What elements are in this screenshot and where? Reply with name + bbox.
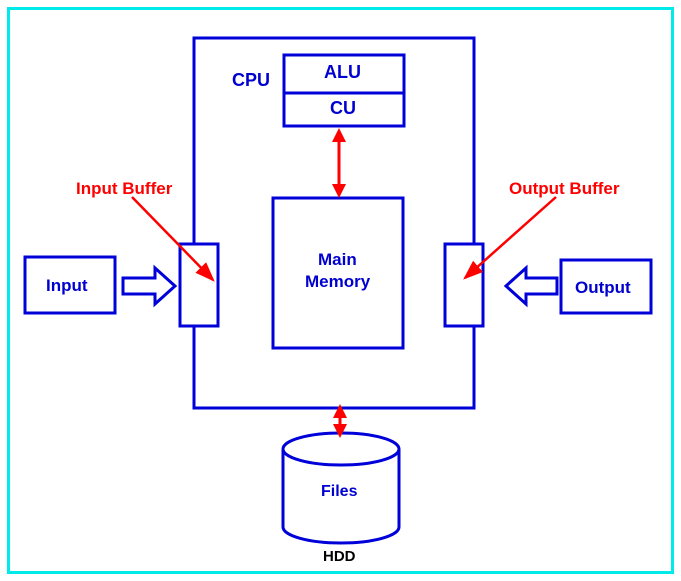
main-memory-label1: Main <box>318 250 357 270</box>
hdd-label: HDD <box>323 548 356 565</box>
callout-output-buffer <box>465 197 556 278</box>
output-label: Output <box>575 278 631 298</box>
callout-input-buffer <box>132 197 213 280</box>
alu-label: ALU <box>324 62 361 83</box>
arrow-input-to-buffer <box>123 268 175 304</box>
diagram-canvas: CPU ALU CU Input Buffer Output Buffer In… <box>0 0 681 581</box>
output-buffer-label: Output Buffer <box>509 179 619 199</box>
files-label: Files <box>321 483 357 501</box>
arrow-output-to-buffer <box>506 268 557 304</box>
cu-label: CU <box>330 98 356 119</box>
input-buffer-label: Input Buffer <box>76 179 172 199</box>
input-label: Input <box>46 276 88 296</box>
main-memory-label2: Memory <box>305 272 370 292</box>
cpu-label: CPU <box>232 70 270 91</box>
arrow-cu-memory <box>332 128 346 198</box>
